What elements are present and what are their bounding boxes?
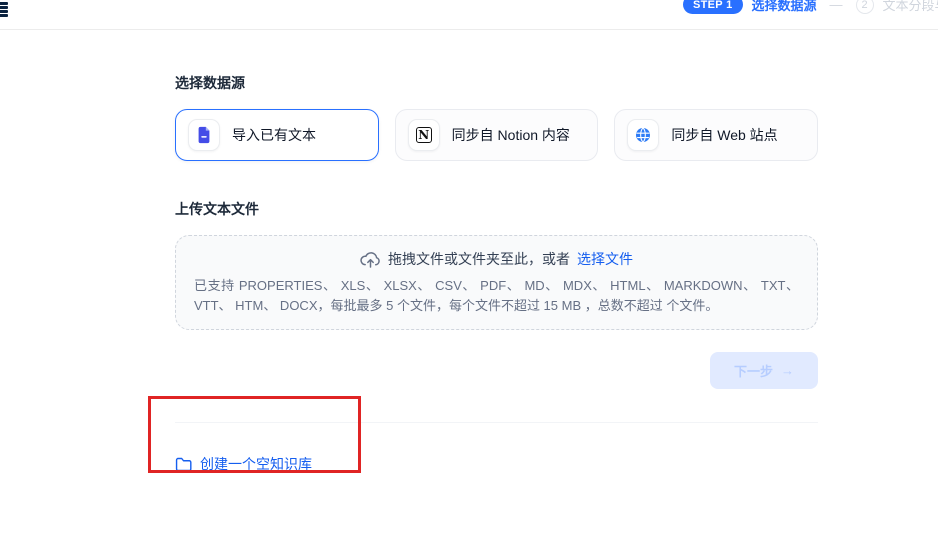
file-text-icon <box>188 119 220 151</box>
supported-files-hint: 已支持 PROPERTIES、 XLS、 XLSX、 CSV、 PDF、 MD、… <box>194 276 799 315</box>
next-step-label: 下一步 <box>734 361 773 380</box>
globe-icon <box>627 119 659 151</box>
datasource-card-web[interactable]: 同步自 Web 站点 <box>614 109 818 161</box>
datasource-card-notion[interactable]: N 同步自 Notion 内容 <box>395 109 599 161</box>
main-content: 选择数据源 导入已有文本 N 同步自 Notion 内容 <box>175 30 818 477</box>
datasource-options: 导入已有文本 N 同步自 Notion 内容 同步自 Web 站点 <box>175 109 818 161</box>
step2-label: 文本分段与清洗 <box>883 0 938 14</box>
create-empty-kb-label: 创建一个空知识库 <box>200 454 312 474</box>
upload-section-title: 上传文本文件 <box>175 199 818 219</box>
datasource-card-label: 同步自 Notion 内容 <box>452 125 570 145</box>
file-dropzone[interactable]: 拖拽文件或文件夹至此，或者 选择文件 已支持 PROPERTIES、 XLS、 … <box>175 235 818 330</box>
datasource-section-title: 选择数据源 <box>175 73 818 93</box>
folder-icon <box>175 457 192 472</box>
step1-label: 选择数据源 <box>752 0 817 14</box>
datasource-card-label: 导入已有文本 <box>232 125 316 145</box>
datasource-card-import-text[interactable]: 导入已有文本 <box>175 109 379 161</box>
top-bar: STEP 1 选择数据源 — 2 文本分段与清洗 <box>0 0 938 30</box>
step-separator: — <box>826 0 847 12</box>
dropzone-text: 拖拽文件或文件夹至此，或者 <box>388 249 570 269</box>
menu-icon[interactable] <box>0 2 8 17</box>
section-divider <box>175 422 818 423</box>
step1-badge: STEP 1 <box>683 0 743 14</box>
upload-cloud-icon <box>360 251 381 268</box>
arrow-right-icon: → <box>781 363 794 378</box>
create-empty-kb-link[interactable]: 创建一个空知识库 <box>175 454 312 474</box>
step2-number-badge: 2 <box>856 0 874 14</box>
step-indicator: STEP 1 选择数据源 — 2 文本分段与清洗 <box>683 0 938 14</box>
next-step-button[interactable]: 下一步 → <box>710 352 818 389</box>
browse-files-link[interactable]: 选择文件 <box>577 249 633 269</box>
datasource-card-label: 同步自 Web 站点 <box>671 125 777 145</box>
notion-icon: N <box>408 119 440 151</box>
